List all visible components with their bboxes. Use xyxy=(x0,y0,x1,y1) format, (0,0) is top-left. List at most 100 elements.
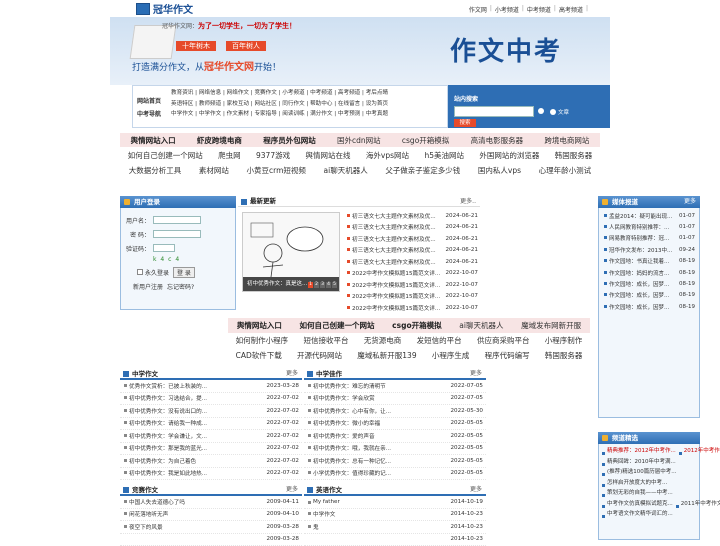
ad-link[interactable]: 小程序生成 xyxy=(432,350,470,361)
channel-item[interactable]: (推荐)精选100篇历届中考... xyxy=(599,469,677,475)
ad-link[interactable]: 魔域发布网新开服 xyxy=(521,320,581,331)
list-item-title[interactable]: 初中优秀作文：难忘的清明节 xyxy=(307,382,425,390)
ad-link[interactable]: 开源代码网站 xyxy=(297,350,342,361)
ad-link[interactable]: 韩国服务器 xyxy=(545,350,583,361)
sec-en-more-link[interactable]: 更多 xyxy=(470,484,482,496)
list-item-title[interactable]: 初中优秀作文：学会谦让，文... xyxy=(123,432,241,440)
ad-link[interactable]: 供应商采购平台 xyxy=(477,335,530,346)
list-item-title[interactable]: 初中优秀作文：爱的声音 xyxy=(307,432,425,440)
list-item-title[interactable]: 初中优秀作文：那是我的蓝光... xyxy=(123,444,241,452)
nav-row-1[interactable]: 教育资讯 | 网络信息 | 网络作文 | 竞赛作文 | 小考频道 | 中考频道 … xyxy=(171,88,447,99)
list-item-title[interactable]: 鬼 xyxy=(307,523,425,531)
list-item-title[interactable]: 2022中考作文模拟题15篇范文详... xyxy=(346,304,441,312)
list-item-title[interactable]: 初中优秀作文：我是如此地热... xyxy=(123,469,241,477)
list-item-title[interactable]: 初三语文七大主题作文素材及优... xyxy=(346,212,441,220)
list-item-title[interactable]: 闲花落地听无声 xyxy=(123,510,241,518)
ad-link[interactable]: csgo开箱模拟 xyxy=(402,135,449,146)
sec-js-more-link[interactable]: 更多 xyxy=(286,484,298,496)
list-item-title[interactable]: 初中优秀作文：哦，我就在亲... xyxy=(307,444,425,452)
ad-link[interactable]: 爬虫网 xyxy=(218,150,241,161)
list-item-title[interactable]: 初中优秀作文：没有说出口的... xyxy=(123,407,241,415)
channel-item[interactable]: 策划无彩的自我——中考... xyxy=(599,490,673,496)
search-radio-1[interactable] xyxy=(538,108,544,114)
toplink-essay[interactable]: 作文网 xyxy=(469,5,487,14)
ad-link[interactable]: 短信接收平台 xyxy=(303,335,348,346)
ad-link[interactable]: ai聊天机器人 xyxy=(324,165,368,176)
username-input[interactable] xyxy=(153,216,201,224)
list-item-title[interactable]: 人民网教育特别推荐：... xyxy=(603,223,675,231)
list-item-title[interactable]: 初三语文七大主题作文素材及优... xyxy=(346,235,441,243)
ad-link[interactable]: 素材网站 xyxy=(199,165,229,176)
list-item-title[interactable]: 初三语文七大主题作文素材及优... xyxy=(346,258,441,266)
ad-link[interactable]: 小黄豆crm短视频 xyxy=(247,165,306,176)
list-item-title[interactable]: My father xyxy=(307,499,425,505)
toplink-college[interactable]: 高考频道 xyxy=(559,5,583,14)
slide-page-4[interactable]: 4 xyxy=(326,282,331,288)
channel-item[interactable]: 2012年中考作文专家指导 xyxy=(676,448,720,454)
list-item-title[interactable]: 初中优秀作文：请给我一种成... xyxy=(123,419,241,427)
list-item-title[interactable]: 初三语文七大主题作文素材及优... xyxy=(346,223,441,231)
ad-link[interactable]: 外国网站的浏览器 xyxy=(479,150,539,161)
channel-item[interactable]: 2011年中考作文写作应急... xyxy=(673,501,720,507)
nav-row-2[interactable]: 英语特区 | 教师频道 | 家校互动 | 网站社区 | 同行作文 | 帮助中心 … xyxy=(171,99,447,110)
ad-link[interactable]: 海外vps网站 xyxy=(366,150,409,161)
remember-checkbox[interactable] xyxy=(137,269,143,275)
toplink-middle[interactable]: 中考频道 xyxy=(527,5,551,14)
list-item-title[interactable]: 2022中考作文模拟题15篇范文详... xyxy=(346,281,441,289)
search-radio-2[interactable]: 文章 xyxy=(550,108,569,116)
slide-page-3[interactable]: 3 xyxy=(320,282,325,288)
ad-link[interactable]: 大数据分析工具 xyxy=(129,165,182,176)
channel-item[interactable]: 中考作文仿真模拟试题克... xyxy=(599,501,673,507)
ad-link[interactable]: 程序员外包网站 xyxy=(263,135,316,146)
register-link[interactable]: 新用户注册 xyxy=(133,282,163,291)
list-item-title[interactable]: 小学优秀作文：值得珍藏的记... xyxy=(307,469,425,477)
featured-image[interactable]: 初中优秀作文：真是这... 1 2 3 4 5 xyxy=(242,212,340,292)
list-item-title[interactable]: 作文园地：妈妈的流言... xyxy=(603,269,675,277)
ad-link[interactable]: 如何自己创建一个网站 xyxy=(128,150,203,161)
ad-link[interactable]: 虾皮跨境电商 xyxy=(197,135,242,146)
list-item-title[interactable]: 作文园地：成长，因梦... xyxy=(603,303,675,311)
list-item-title[interactable]: 作文园地：书真让我着... xyxy=(603,257,675,265)
nav-row-3[interactable]: 中学作文 | 中学作文 | 作文素材 | 专家指导 | 阅读训练 | 满分作文 … xyxy=(171,109,447,120)
ad-link[interactable]: 无货源电商 xyxy=(364,335,402,346)
slide-page-5[interactable]: 5 xyxy=(332,282,337,288)
ad-link[interactable]: 舆情网站入口 xyxy=(237,320,282,331)
list-item-title[interactable]: 夜空下的风景 xyxy=(123,523,241,531)
list-item-title[interactable]: 作文园地：成长，因梦... xyxy=(603,280,675,288)
ad-link[interactable]: ai聊天机器人 xyxy=(459,320,503,331)
sec-zk-more-link[interactable]: 更多 xyxy=(470,368,482,380)
ad-link[interactable]: h5美油网站 xyxy=(424,150,464,161)
search-input[interactable] xyxy=(454,106,534,117)
ad-link[interactable]: 小程序制作 xyxy=(545,335,583,346)
ad-link[interactable]: 舆情网站入口 xyxy=(131,135,176,146)
channel-item[interactable]: 精典回眸：2010年中考满... xyxy=(599,459,676,465)
list-item-title[interactable]: 初中优秀作文：心中有你，让... xyxy=(307,407,425,415)
list-item-title[interactable]: 孟益2014：疑可能出现... xyxy=(603,212,675,220)
ad-link[interactable]: 舆情网站在线 xyxy=(306,150,351,161)
ad-link[interactable]: CAD软件下载 xyxy=(236,350,282,361)
list-item-title[interactable]: 中国人失去道德心了吗 xyxy=(123,498,241,506)
captcha-image[interactable]: k 4 c 4 xyxy=(153,256,180,263)
toplink-primary[interactable]: 小考频道 xyxy=(495,5,519,14)
list-item-title[interactable]: 作文园地：成长，因梦... xyxy=(603,291,675,299)
media-more-link[interactable]: 更多 xyxy=(684,196,696,208)
list-item-title[interactable]: 2022中考作文模拟题15篇范文详... xyxy=(346,292,441,300)
ad-link[interactable]: 9377游戏 xyxy=(256,150,290,161)
login-button[interactable]: 登 录 xyxy=(173,267,195,278)
list-item-title[interactable]: 初中优秀作文：为自己着色 xyxy=(123,457,241,465)
password-input[interactable] xyxy=(153,230,201,238)
list-item-title[interactable]: 初中优秀作文：总有一种记忆... xyxy=(307,457,425,465)
list-item-title[interactable]: 网易教育特别推荐：冠... xyxy=(603,234,675,242)
ad-link[interactable]: 程序代码编写 xyxy=(485,350,530,361)
ad-link[interactable]: 跨境电商网站 xyxy=(544,135,589,146)
nav-exam-guide[interactable]: 中考导航 xyxy=(137,109,169,118)
list-item-title[interactable]: 初三语文七大主题作文素材及优... xyxy=(346,246,441,254)
list-item-title[interactable]: 冠华作文发布：2013中... xyxy=(603,246,675,254)
channel-item[interactable]: 精典推荐：2012年中考作... xyxy=(599,448,676,454)
site-logo[interactable]: 冠华作文 xyxy=(136,2,193,15)
ad-link[interactable]: 高清电影服务器 xyxy=(471,135,524,146)
channel-item[interactable]: 中考语文作文精华词汇的... xyxy=(599,511,673,517)
ad-link[interactable]: 魔域私新开服139 xyxy=(357,350,416,361)
captcha-input[interactable] xyxy=(153,244,175,252)
slide-page-1[interactable]: 1 xyxy=(308,282,313,288)
